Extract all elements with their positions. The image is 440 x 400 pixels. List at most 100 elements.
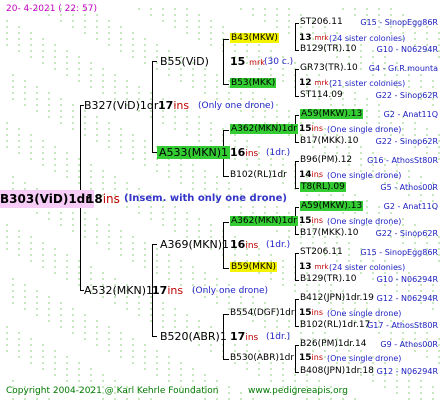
gen3-queen-4[interactable]: B102(RL)1dr — [230, 170, 287, 180]
connector-gen4-1 — [295, 23, 296, 51]
connector-gen3-3-top — [223, 222, 229, 223]
footer-url[interactable]: www.pedigreeapis.org — [248, 386, 348, 396]
root-queen[interactable]: B303(ViD)1dr — [0, 190, 94, 208]
gen3-5-ins-num: 15 — [299, 216, 312, 226]
connector-gen4-4-top — [295, 161, 299, 162]
gen4-queen-7[interactable]: B96(PM).12 — [300, 155, 352, 165]
gen4-queen-13[interactable]: B412(JPN)1dr.19 — [300, 293, 374, 303]
connector-gen3-2-top — [223, 130, 229, 131]
gen4-info-9: G2 - Anat11Q — [383, 202, 438, 211]
connector-gen4-2 — [295, 69, 296, 97]
gen4-queen-12[interactable]: B129(TR).10 — [300, 274, 356, 284]
connector-gen4-6 — [295, 253, 296, 281]
gen4-queen-5[interactable]: A59(MKW).13 — [300, 109, 364, 119]
gen3-4-insemination: 14ins — [299, 170, 323, 180]
gen2-1-ins-num: 15 — [230, 55, 246, 68]
gen4-queen-15[interactable]: B26(PM)1dr.14 — [300, 339, 366, 349]
gen4-info-13: G12 - N06294R — [376, 294, 438, 303]
gen1-queen-paternal[interactable]: B327(ViD)1dr — [84, 99, 158, 112]
gen4-queen-9[interactable]: A59(MKW).13 — [300, 201, 364, 211]
gen2-3-note: (1dr.) — [266, 240, 291, 250]
gen4-info-14: G17 - AthosSt80R — [367, 321, 438, 330]
gen3-2-ins-num: 12 — [299, 78, 312, 88]
root-note: (Insem. with only one drone) — [124, 193, 287, 204]
gen3-queen-2[interactable]: B53(MKK) — [230, 78, 277, 88]
gen3-queen-6[interactable]: B59(MKN) — [230, 262, 278, 272]
gen1-maternal-note: (Only one drone) — [192, 286, 269, 296]
gen4-queen-11[interactable]: ST206.11 — [300, 247, 343, 257]
gen3-6-ins-num: 13 — [299, 262, 312, 272]
connector-gen4-7 — [295, 299, 296, 327]
gen3-queen-8[interactable]: B530(ABR)1dr — [230, 353, 294, 363]
gen3-queen-1[interactable]: B43(MKW) — [230, 33, 279, 43]
gen2-queen-2[interactable]: A533(MKN)1 — [157, 146, 231, 159]
gen4-queen-3[interactable]: GR73(TR).10 — [300, 63, 358, 73]
connector-gen3-1-top — [223, 39, 229, 40]
connector-gen3-3-bottom — [223, 268, 229, 269]
gen3-5-ins-label: ins — [311, 216, 323, 225]
gen3-queen-3[interactable]: A362(MKN)1dr — [230, 124, 298, 134]
gen3-8-note: (One single drone) — [327, 354, 402, 363]
gen4-queen-6[interactable]: B17(MKK).10 — [300, 136, 359, 146]
connector-gen4-4 — [295, 161, 296, 189]
gen2-3-insemination: 16ins — [230, 238, 258, 251]
gen2-1-note: (30 c.) — [264, 57, 294, 67]
gen4-queen-2[interactable]: B129(TR).10 — [300, 44, 356, 54]
gen1-paternal-note: (Only one drone) — [198, 101, 275, 111]
gen4-queen-1[interactable]: ST206.11 — [300, 17, 343, 27]
gen3-6-insemination: 13 mrk — [299, 262, 328, 272]
gen3-queen-5[interactable]: A362(MKN)1dr — [230, 216, 298, 226]
gen3-7-ins-label: ins — [311, 308, 323, 317]
gen2-queen-1[interactable]: B55(ViD) — [160, 55, 209, 68]
connector-gen4-7-bottom — [295, 326, 299, 327]
gen2-1-ins-label: mrk — [249, 58, 265, 67]
connector-gen4-1-bottom — [295, 50, 299, 51]
gen3-2-insemination: 12 mrk — [299, 78, 328, 88]
gen4-queen-10[interactable]: B17(MKK).10 — [300, 228, 359, 238]
footer-copyright: Copyright 2004-2021 @ Karl Kehrle Founda… — [6, 386, 219, 396]
gen4-queen-4[interactable]: ST114.09 — [300, 90, 343, 100]
gen3-4-ins-label: ins — [311, 170, 323, 179]
gen2-queen-3[interactable]: A369(MKN)1 — [160, 238, 229, 251]
connector-gen4-5-top — [295, 207, 299, 208]
gen4-info-6: G22 - Sinop62R — [375, 137, 438, 146]
connector-gen4-6-top — [295, 253, 299, 254]
gen3-8-insemination: 15ins — [299, 353, 323, 363]
gen4-queen-8[interactable]: T8(RL).09 — [300, 182, 346, 192]
connector-gen3-4-top — [223, 314, 229, 315]
connector-gen4-7-top — [295, 299, 299, 300]
gen4-info-12: G10 - N06294R — [376, 275, 438, 284]
gen1-queen-maternal[interactable]: A532(MKN)1 — [84, 284, 153, 297]
connector-gen4-5-bottom — [295, 234, 299, 235]
gen4-info-4: G22 - Sinop62R — [375, 91, 438, 100]
gen3-1-insemination: 13 mrk — [299, 33, 328, 43]
gen2-3-ins-num: 16 — [230, 238, 246, 251]
gen2-3-ins-label: ins — [245, 241, 259, 251]
gen2-4-ins-label: ins — [245, 333, 259, 343]
connector-gen3-4-bottom — [223, 359, 229, 360]
connector-gen3-1 — [223, 39, 224, 85]
gen3-queen-7[interactable]: B554(DGF)1dr — [230, 308, 295, 318]
root-name: B303(ViD)1dr — [0, 192, 92, 206]
gen3-3-insemination: 15ins — [299, 124, 323, 134]
gen4-info-2: G10 - N06294R — [376, 45, 438, 54]
root-ins-label: ins — [102, 192, 120, 206]
gen2-4-ins-num: 17 — [230, 330, 246, 343]
gen2-queen-4[interactable]: B520(ABR)1 — [160, 330, 227, 343]
gen3-1-ins-num: 13 — [299, 33, 312, 43]
gen3-4-ins-num: 14 — [299, 170, 312, 180]
gen1-maternal-insemination: 17ins — [152, 284, 183, 297]
connector-gen4-8-top — [295, 345, 299, 346]
connector-gen4-8-bottom — [295, 372, 299, 373]
gen3-3-note: (One single drone) — [327, 125, 402, 134]
gen4-queen-14[interactable]: B102(RL)1dr.17 — [300, 320, 370, 330]
connector-gen4-2-top — [295, 69, 299, 70]
gen3-7-note: (One single drone) — [327, 309, 402, 318]
connector-gen4-4-bottom — [295, 188, 299, 189]
gen4-info-11: G15 - SinopEgg86R — [360, 248, 438, 257]
gen4-info-16: G12 - N06294R — [376, 367, 438, 376]
gen1-paternal-ins-label: ins — [173, 99, 190, 112]
gen4-info-5: G2 - Anat11Q — [383, 110, 438, 119]
gen3-7-ins-num: 15 — [299, 308, 312, 318]
gen4-queen-16[interactable]: B408(JPN)1dr.18 — [300, 366, 374, 376]
